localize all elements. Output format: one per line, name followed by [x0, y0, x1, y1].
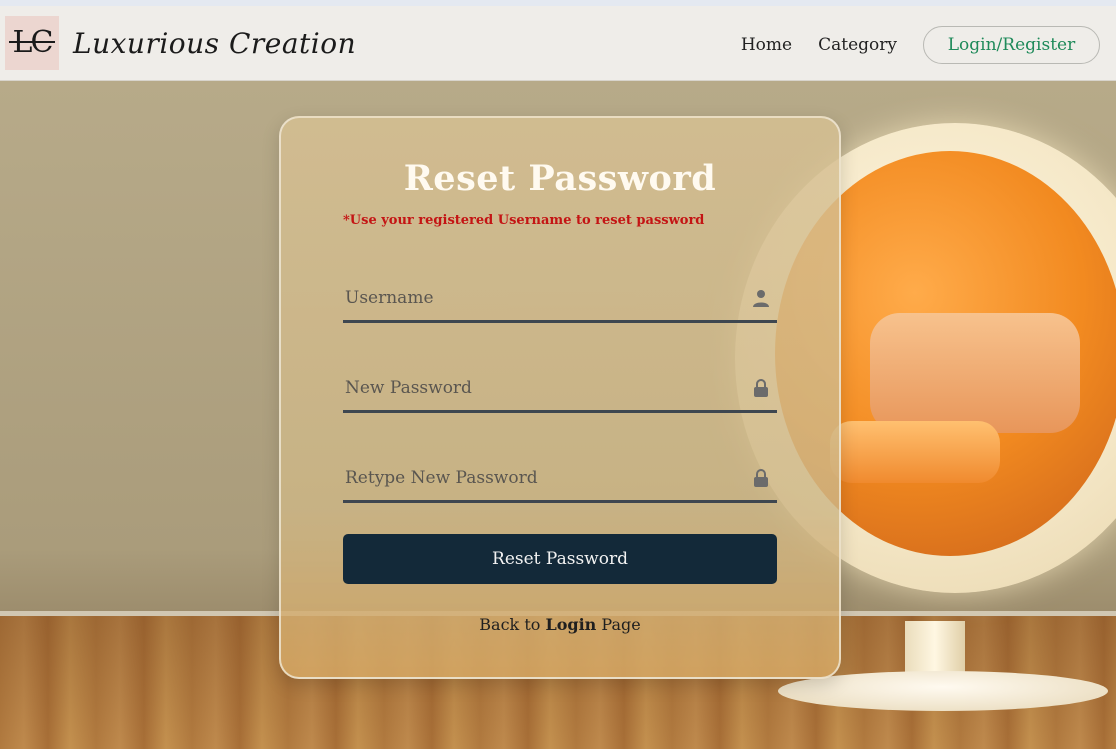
brand-name[interactable]: Luxurious Creation — [73, 27, 356, 60]
user-icon — [753, 290, 769, 307]
back-to-login: Back to Login Page — [281, 615, 839, 634]
hint-text: *Use your registered Username to reset p… — [343, 213, 705, 228]
chair-seat — [830, 421, 1000, 483]
back-suffix: Page — [601, 615, 641, 634]
hero-background: Reset Password *Use your registered User… — [0, 81, 1116, 749]
new-password-input[interactable] — [345, 375, 735, 401]
login-register-button[interactable]: Login/Register — [923, 26, 1100, 64]
reset-password-button[interactable]: Reset Password — [343, 534, 777, 584]
chair-cushion — [870, 313, 1080, 433]
logo-mark: LC — [12, 25, 54, 60]
nav-links: Home Category Login/Register — [741, 26, 1100, 64]
page-title: Reset Password — [403, 158, 717, 199]
logo-divider — [9, 41, 55, 43]
navbar: LC Luxurious Creation Home Category Logi… — [0, 6, 1116, 81]
username-field — [343, 273, 777, 323]
new-password-field — [343, 363, 777, 413]
lock-icon — [754, 469, 768, 487]
retype-password-input[interactable] — [345, 465, 735, 491]
nav-home-link[interactable]: Home — [741, 35, 792, 55]
nav-category-link[interactable]: Category — [818, 35, 897, 55]
logo[interactable]: LC — [5, 16, 59, 70]
back-prefix: Back to — [479, 615, 541, 634]
reset-password-card: Reset Password *Use your registered User… — [279, 116, 841, 679]
lock-icon — [754, 379, 768, 397]
retype-password-field — [343, 453, 777, 503]
login-link[interactable]: Login — [545, 615, 596, 634]
username-input[interactable] — [345, 285, 735, 311]
